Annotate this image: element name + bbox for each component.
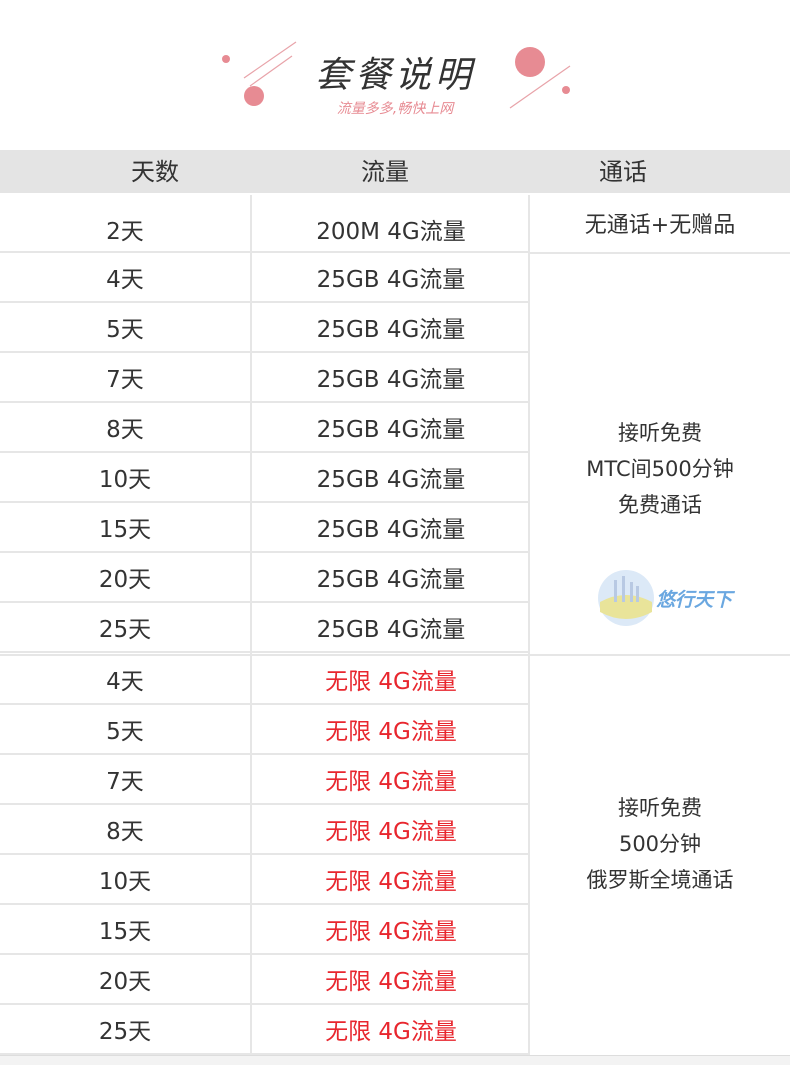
table-row: 5天 25GB 4G流量 <box>0 301 528 353</box>
page-header: 套餐说明 流量多多,畅快上网 <box>0 0 790 150</box>
cell-days: 10天 <box>98 869 152 895</box>
cell-data-volume: 25GB 4G流量 <box>250 501 530 551</box>
table-row: 4天 25GB 4G流量 <box>0 251 528 303</box>
cell-days: 25天 <box>98 617 152 643</box>
plan-group-divider <box>0 654 528 656</box>
call-info-standard: 接听免费 MTC间500分钟 免费通话 <box>530 415 790 523</box>
header-days: 天数 <box>131 158 179 186</box>
brand-logo: 悠行天下 <box>596 568 738 628</box>
cell-data-volume: 无限 4G流量 <box>250 1003 530 1053</box>
table-row: 8天 无限 4G流量 <box>0 803 528 855</box>
cell-days: 4天 <box>106 669 144 695</box>
cell-data-volume: 无限 4G流量 <box>250 903 530 953</box>
table-row: 15天 25GB 4G流量 <box>0 501 528 553</box>
call-info-unlimited: 接听免费 500分钟 俄罗斯全境通话 <box>530 790 790 898</box>
table-header: 天数 流量 通话 <box>0 150 790 193</box>
cell-days: 10天 <box>98 467 152 493</box>
cell-days: 8天 <box>106 417 144 443</box>
table-row: 10天 25GB 4G流量 <box>0 451 528 503</box>
table-row: 8天 25GB 4G流量 <box>0 401 528 453</box>
call-line: 免费通话 <box>618 493 702 517</box>
cell-days: 25天 <box>98 1019 152 1045</box>
table-row: 25天 无限 4G流量 <box>0 1003 528 1055</box>
cell-data-volume: 25GB 4G流量 <box>250 551 530 601</box>
cell-data-volume: 无限 4G流量 <box>250 803 530 853</box>
cell-days: 15天 <box>98 517 152 543</box>
table-row: 20天 25GB 4G流量 <box>0 551 528 603</box>
cell-days: 20天 <box>98 969 152 995</box>
table-row: 7天 无限 4G流量 <box>0 753 528 805</box>
table-row: 20天 无限 4G流量 <box>0 953 528 1005</box>
calls-column-divider <box>528 195 530 1055</box>
logo-text: 悠行天下 <box>656 589 733 611</box>
cell-data-volume: 25GB 4G流量 <box>250 251 530 301</box>
calls-group-divider-1 <box>530 252 790 254</box>
calls-group-divider-2 <box>530 654 790 656</box>
table-row: 10天 无限 4G流量 <box>0 853 528 905</box>
header-data: 流量 <box>361 158 409 186</box>
cell-days: 5天 <box>106 719 144 745</box>
cell-days: 2天 <box>106 219 144 245</box>
table-row: 15天 无限 4G流量 <box>0 903 528 955</box>
cell-data-volume: 200M 4G流量 <box>250 195 530 251</box>
page-title: 套餐说明 <box>314 55 475 96</box>
cell-data-volume: 无限 4G流量 <box>250 703 530 753</box>
page-subtitle: 流量多多,畅快上网 <box>336 101 454 117</box>
cell-data-volume: 25GB 4G流量 <box>250 351 530 401</box>
call-info-2day: 无通话+无赠品 <box>584 213 736 238</box>
cell-data-volume: 25GB 4G流量 <box>250 401 530 451</box>
cell-days: 7天 <box>106 769 144 795</box>
cell-days: 20天 <box>98 567 152 593</box>
table-row: 4天 无限 4G流量 <box>0 653 528 705</box>
table-row: 2天 200M 4G流量 <box>0 195 528 253</box>
cell-data-volume: 无限 4G流量 <box>250 853 530 903</box>
call-line: 500分钟 <box>618 832 702 856</box>
cell-data-volume: 无限 4G流量 <box>250 753 530 803</box>
call-line: 接听免费 <box>618 421 702 445</box>
call-line: 接听免费 <box>618 796 702 820</box>
table-row: 7天 25GB 4G流量 <box>0 351 528 403</box>
cell-days: 4天 <box>106 267 144 293</box>
header-calls: 通话 <box>599 158 647 186</box>
cell-data-volume: 25GB 4G流量 <box>250 301 530 351</box>
cell-days: 8天 <box>106 819 144 845</box>
cell-data-volume: 25GB 4G流量 <box>250 601 530 651</box>
cell-days: 15天 <box>98 919 152 945</box>
call-line: MTC间500分钟 <box>586 457 734 481</box>
cell-days: 5天 <box>106 317 144 343</box>
table-row: 25天 25GB 4G流量 <box>0 601 528 653</box>
cell-days: 7天 <box>106 367 144 393</box>
cell-data-volume: 25GB 4G流量 <box>250 451 530 501</box>
table-row: 5天 无限 4G流量 <box>0 703 528 755</box>
cell-data-volume: 无限 4G流量 <box>250 653 530 703</box>
cell-data-volume: 无限 4G流量 <box>250 953 530 1003</box>
call-line: 俄罗斯全境通话 <box>586 868 734 892</box>
